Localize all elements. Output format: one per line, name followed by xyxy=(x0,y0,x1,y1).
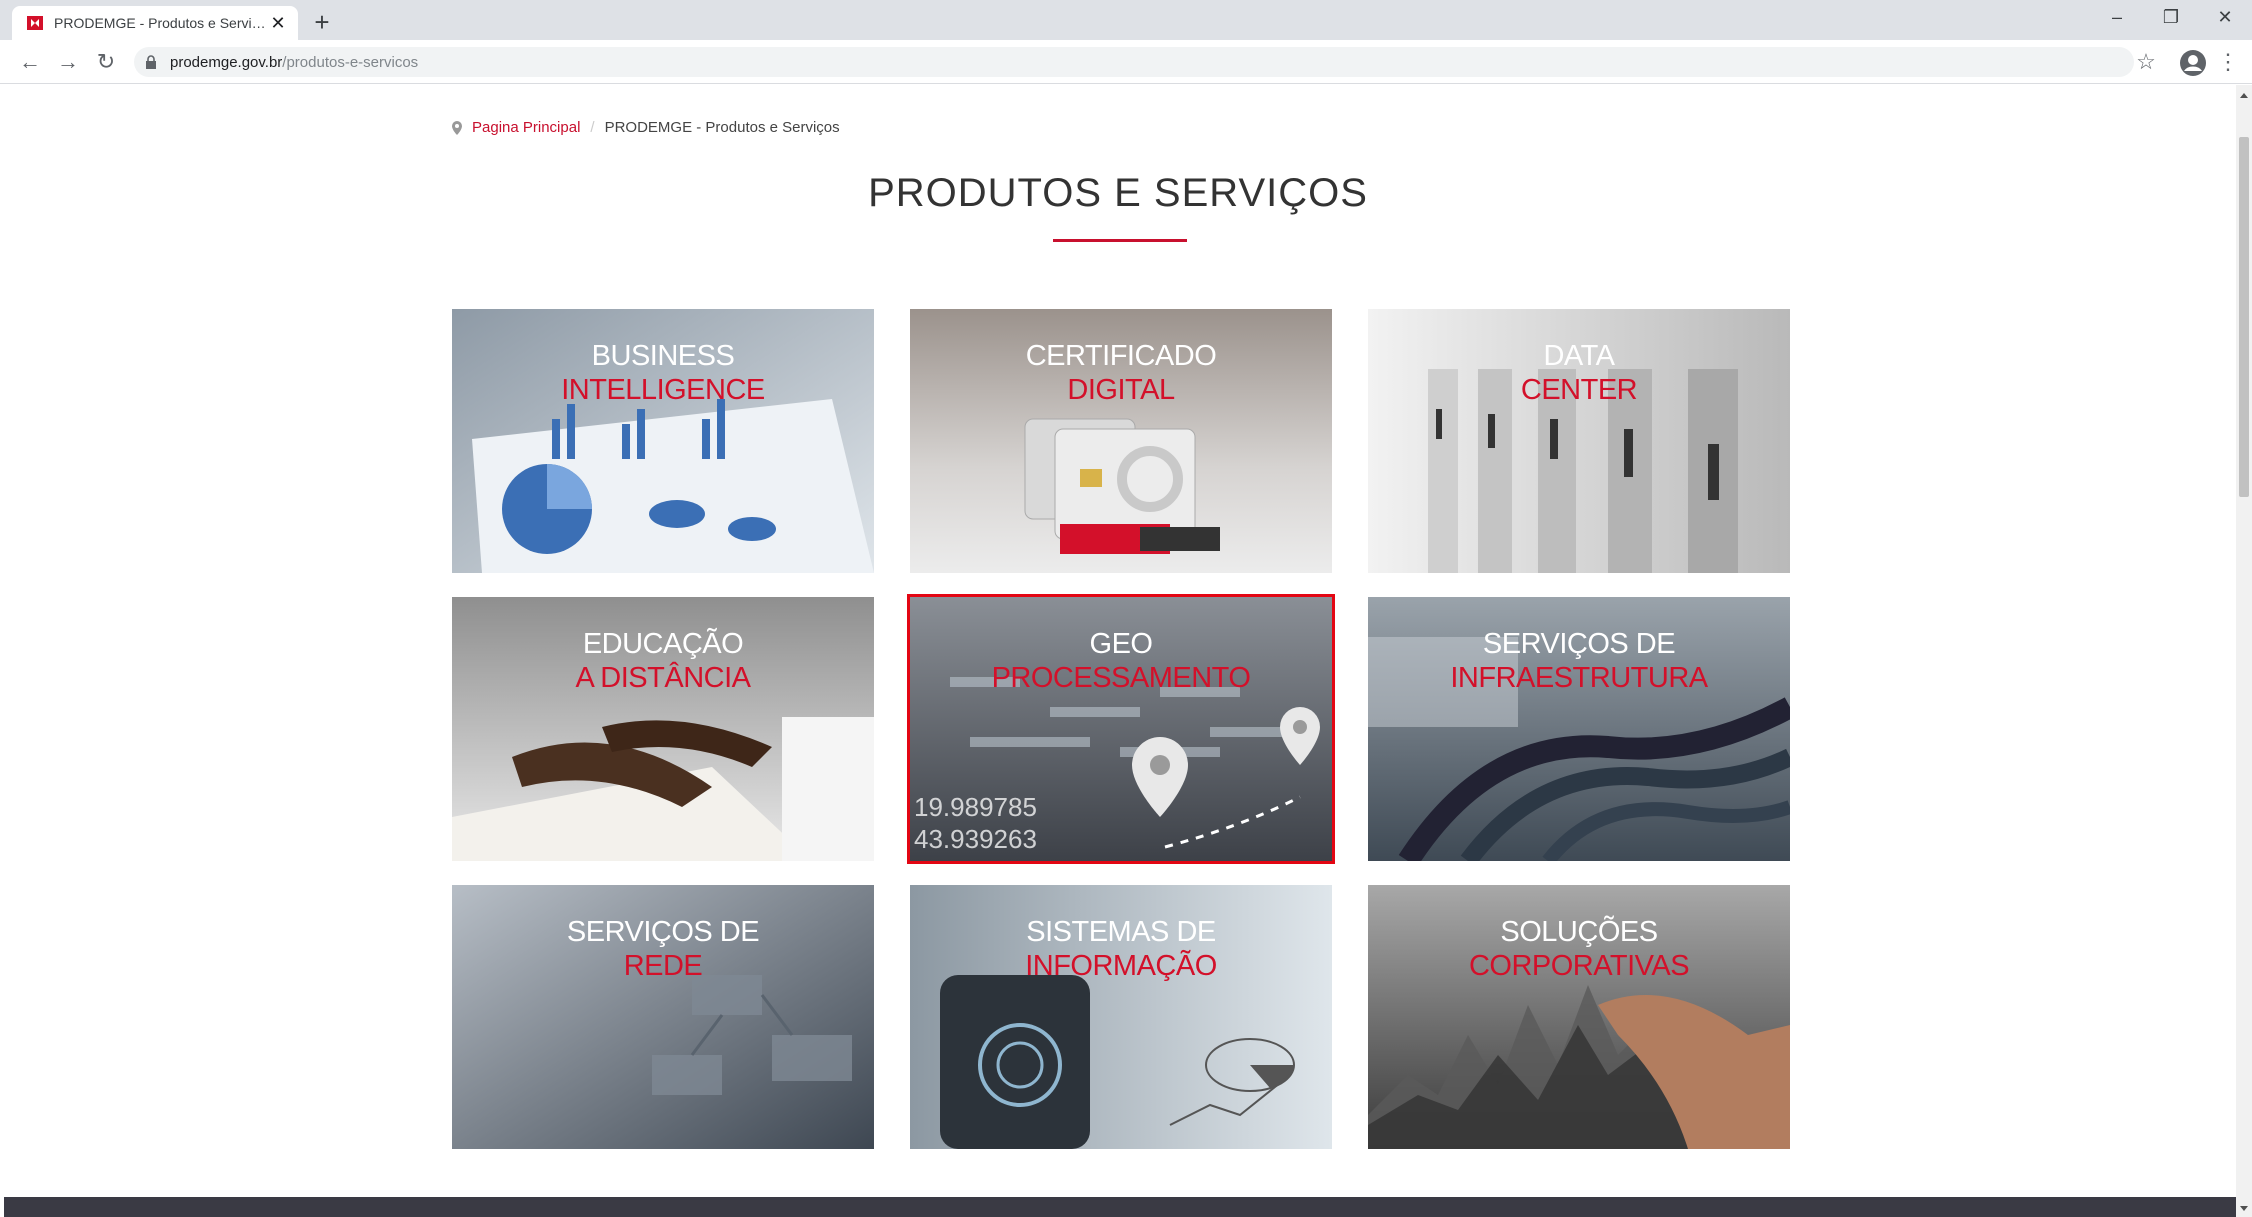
minimize-icon[interactable]: – xyxy=(2090,0,2144,34)
breadcrumb: Pagina Principal / PRODEMGE - Produtos e… xyxy=(452,119,840,136)
forward-icon[interactable]: → xyxy=(54,48,82,76)
card-business-intelligence[interactable]: BUSINESS INTELLIGENCE xyxy=(452,309,874,573)
lock-icon xyxy=(146,55,156,69)
menu-icon[interactable]: ⋮ xyxy=(2217,48,2239,76)
coordinate-lon: 43.939263 xyxy=(914,824,1037,854)
card-sistemas-de-informacao[interactable]: SISTEMAS DE INFORMAÇÃO xyxy=(910,885,1332,1149)
card-label-line2: CORPORATIVAS xyxy=(1468,950,1690,982)
card-certificado-digital[interactable]: CERTIFICADO DIGITAL xyxy=(910,309,1332,573)
card-label: GEO PROCESSAMENTO xyxy=(910,627,1332,695)
card-label-line1: SISTEMAS DE xyxy=(1026,916,1216,948)
card-label-line1: DATA xyxy=(1543,340,1615,372)
card-label: SERVIÇOS DE REDE xyxy=(452,915,874,983)
scroll-thumb[interactable] xyxy=(2239,137,2249,497)
card-servicos-de-infraestrutura[interactable]: SERVIÇOS DE INFRAESTRUTURA xyxy=(1368,597,1790,861)
plus-icon[interactable]: + xyxy=(308,8,336,36)
coordinate-lat: 19.989785 xyxy=(914,792,1037,822)
card-label-line1: BUSINESS xyxy=(591,340,735,372)
card-label-line2: REDE xyxy=(623,950,703,982)
card-label: SOLUÇÕES CORPORATIVAS xyxy=(1368,915,1790,983)
page-viewport: Pagina Principal / PRODEMGE - Produtos e… xyxy=(0,85,2236,1217)
close-icon[interactable]: ✕ xyxy=(268,13,288,33)
address-bar[interactable]: prodemge.gov.br/produtos-e-servicos xyxy=(134,47,2134,77)
card-label: DATA CENTER xyxy=(1368,339,1790,407)
card-educacao-a-distancia[interactable]: EDUCAÇÃO A DISTÂNCIA xyxy=(452,597,874,861)
card-label-line2: A DISTÂNCIA xyxy=(575,662,752,694)
restore-icon[interactable]: ❐ xyxy=(2144,0,2198,34)
tab-title: PRODEMGE - Produtos e Serviços xyxy=(54,15,268,31)
location-pin-icon xyxy=(452,120,462,135)
card-label-line2: INFRAESTRUTURA xyxy=(1450,662,1708,694)
url-path: /produtos-e-servicos xyxy=(282,53,419,71)
card-label: CERTIFICADO DIGITAL xyxy=(910,339,1332,407)
card-label-line2: INFORMAÇÃO xyxy=(1025,950,1217,982)
card-label-line1: SERVIÇOS DE xyxy=(1482,628,1676,660)
card-label-line1: SERVIÇOS DE xyxy=(566,916,760,948)
card-geo-processamento[interactable]: GEO PROCESSAMENTO 19.989785 43.939263 xyxy=(907,594,1335,864)
card-label: SERVIÇOS DE INFRAESTRUTURA xyxy=(1368,627,1790,695)
card-label: BUSINESS INTELLIGENCE xyxy=(452,339,874,407)
card-data-center[interactable]: DATA CENTER xyxy=(1368,309,1790,573)
scroll-down-icon[interactable] xyxy=(2240,1206,2248,1211)
breadcrumb-separator: / xyxy=(590,119,595,136)
reload-icon[interactable]: ↻ xyxy=(92,48,120,76)
card-label-line1: EDUCAÇÃO xyxy=(582,628,744,660)
page-title: PRODUTOS E SERVIÇOS xyxy=(868,171,1368,215)
scroll-up-icon[interactable] xyxy=(2240,93,2248,98)
card-label: SISTEMAS DE INFORMAÇÃO xyxy=(910,915,1332,983)
card-label-line2: INTELLIGENCE xyxy=(561,374,765,406)
window-close-icon[interactable]: ✕ xyxy=(2198,0,2252,34)
favicon-icon xyxy=(27,16,43,30)
breadcrumb-home-link[interactable]: Pagina Principal xyxy=(472,119,580,136)
card-label: EDUCAÇÃO A DISTÂNCIA xyxy=(452,627,874,695)
card-label-line1: CERTIFICADO xyxy=(1025,340,1217,372)
browser-toolbar: ← → ↻ prodemge.gov.br/produtos-e-servico… xyxy=(0,40,2252,84)
breadcrumb-current: PRODEMGE - Produtos e Serviços xyxy=(604,119,840,136)
card-servicos-de-rede[interactable]: SERVIÇOS DE REDE xyxy=(452,885,874,1149)
card-solucoes-corporativas[interactable]: SOLUÇÕES CORPORATIVAS xyxy=(1368,885,1790,1149)
back-icon[interactable]: ← xyxy=(16,48,44,76)
card-label-line1: SOLUÇÕES xyxy=(1500,916,1658,948)
star-icon[interactable]: ☆ xyxy=(2132,48,2160,76)
footer-bar xyxy=(4,1197,2236,1217)
url-host: prodemge.gov.br xyxy=(170,53,283,71)
profile-icon[interactable] xyxy=(2178,48,2208,78)
title-underline xyxy=(1053,239,1187,242)
coordinates-overlay: 19.989785 43.939263 xyxy=(914,791,1037,855)
page-scrollbar[interactable] xyxy=(2236,85,2252,1217)
card-label-line1: GEO xyxy=(1089,628,1153,660)
browser-tab[interactable]: PRODEMGE - Produtos e Serviços ✕ xyxy=(12,6,298,40)
card-label-line2: DIGITAL xyxy=(1067,374,1175,406)
tab-strip: PRODEMGE - Produtos e Serviços ✕ + – ❐ ✕ xyxy=(0,0,2252,40)
card-label-line2: CENTER xyxy=(1520,374,1638,406)
window-controls: – ❐ ✕ xyxy=(2090,0,2252,34)
card-label-line2: PROCESSAMENTO xyxy=(991,662,1251,694)
